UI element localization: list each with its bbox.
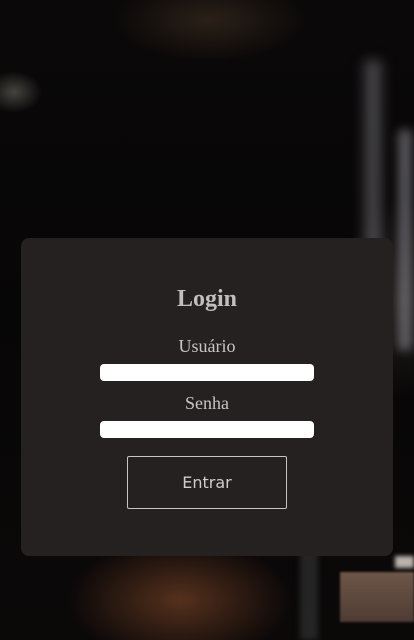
background-object <box>340 572 414 622</box>
password-input[interactable] <box>100 421 314 438</box>
background-object <box>395 556 414 568</box>
password-label: Senha <box>185 393 229 413</box>
username-label: Usuário <box>178 336 236 356</box>
username-input[interactable] <box>100 364 314 381</box>
submit-button[interactable]: Entrar <box>127 456 287 509</box>
login-title: Login <box>176 286 238 312</box>
background-highlight <box>398 130 412 350</box>
